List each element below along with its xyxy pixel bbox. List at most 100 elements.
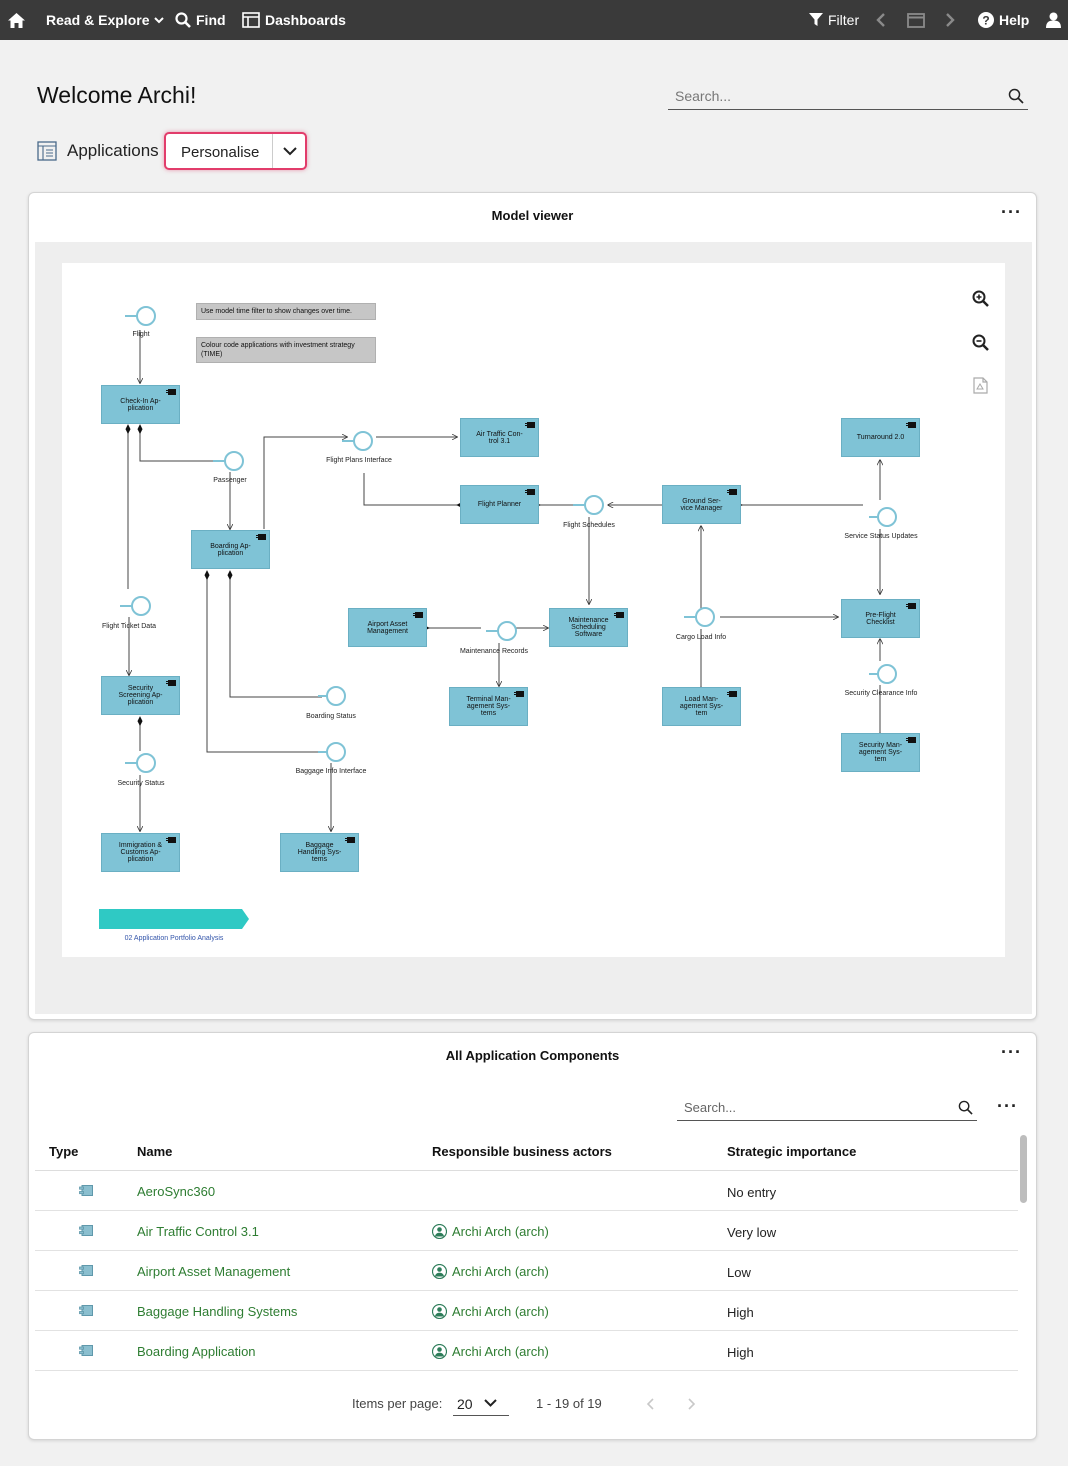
zoom-in-icon[interactable] bbox=[972, 290, 989, 307]
component-maintenance-scheduling[interactable]: Maintenance Scheduling Software bbox=[549, 608, 628, 647]
home-button[interactable] bbox=[8, 0, 25, 40]
actor-name: Archi Arch (arch) bbox=[452, 1304, 549, 1319]
chevron-down-icon bbox=[154, 16, 165, 23]
component-name-link[interactable]: AeroSync360 bbox=[137, 1184, 215, 1199]
personalise-label: Personalise bbox=[181, 144, 260, 161]
application-component-icon bbox=[79, 1225, 93, 1236]
table-header: Type Name Responsible business actors St… bbox=[35, 1131, 1018, 1171]
component-airport-asset-management[interactable]: Airport Asset Management bbox=[348, 608, 427, 647]
table-row[interactable]: Airport Asset Management Archi Arch (arch… bbox=[35, 1251, 1018, 1291]
strategic-importance: High bbox=[727, 1345, 754, 1360]
component-name-link[interactable]: Air Traffic Control 3.1 bbox=[137, 1224, 259, 1239]
responsible-actor[interactable]: Archi Arch (arch) bbox=[432, 1264, 549, 1279]
table-row[interactable]: Baggage Handling Systems Archi Arch (arch… bbox=[35, 1291, 1018, 1331]
component-baggage-handling[interactable]: Baggage Handling Sys- tems bbox=[280, 833, 359, 872]
component-flight-planner[interactable]: Flight Planner bbox=[460, 485, 539, 524]
component-name-link[interactable]: Boarding Application bbox=[137, 1344, 256, 1359]
more-options-icon[interactable]: ··· bbox=[1001, 203, 1022, 221]
search-icon[interactable] bbox=[958, 1100, 973, 1115]
column-header-name[interactable]: Name bbox=[137, 1144, 172, 1159]
component-turnaround[interactable]: Turnaround 2.0 bbox=[841, 418, 920, 457]
responsible-actor[interactable]: Archi Arch (arch) bbox=[432, 1304, 549, 1319]
applications-icon bbox=[37, 141, 57, 161]
table-row[interactable]: Air Traffic Control 3.1 Archi Arch (arch)… bbox=[35, 1211, 1018, 1251]
archimate-diagram[interactable]: Use model time filter to show changes ov… bbox=[62, 263, 1005, 957]
interface-label: Flight bbox=[132, 331, 150, 338]
component-ground-service-manager[interactable]: Ground Ser- vice Manager bbox=[662, 485, 741, 524]
user-menu-button[interactable] bbox=[1046, 0, 1061, 40]
responsible-actor[interactable]: Archi Arch (arch) bbox=[432, 1224, 549, 1239]
strategic-importance: High bbox=[727, 1305, 754, 1320]
more-options-icon[interactable]: ··· bbox=[1001, 1043, 1022, 1061]
chevron-right-icon bbox=[946, 13, 955, 27]
table-row[interactable]: Boarding Application Archi Arch (arch) Hig… bbox=[35, 1331, 1018, 1371]
table-row[interactable]: AeroSync360 No entry bbox=[35, 1171, 1018, 1211]
component-load-management[interactable]: Load Man- agement Sys- tem bbox=[662, 687, 741, 726]
global-search bbox=[668, 84, 1028, 110]
column-header-actors[interactable]: Responsible business actors bbox=[432, 1144, 612, 1159]
user-icon bbox=[1046, 12, 1061, 28]
user-circle-icon bbox=[432, 1264, 447, 1279]
items-per-page-value: 20 bbox=[457, 1396, 473, 1412]
component-pre-flight-checklist[interactable]: Pre-Flight Checklist bbox=[841, 599, 920, 638]
component-security-management[interactable]: Security Man- agement Sys- tem bbox=[841, 733, 920, 772]
application-component-icon bbox=[79, 1345, 93, 1356]
search-icon[interactable] bbox=[1008, 88, 1024, 104]
interface-label: Flight Plans Interface bbox=[326, 457, 392, 464]
column-header-type[interactable]: Type bbox=[49, 1144, 78, 1159]
help-label: Help bbox=[999, 12, 1030, 28]
interface-label: Passenger bbox=[213, 477, 247, 484]
strategic-importance: No entry bbox=[727, 1185, 777, 1200]
interface-label: Security Clearance Info bbox=[844, 690, 918, 697]
user-circle-icon bbox=[432, 1344, 447, 1359]
search-icon bbox=[175, 12, 191, 28]
viewer-canvas: Use model time filter to show changes ov… bbox=[35, 242, 1032, 1014]
interface-label: Service Status Updates bbox=[844, 533, 918, 540]
note: Use model time filter to show changes ov… bbox=[196, 303, 376, 320]
help-button[interactable]: ? Help bbox=[978, 0, 1029, 40]
component-name-link[interactable]: Baggage Handling Systems bbox=[137, 1304, 297, 1319]
column-header-importance[interactable]: Strategic importance bbox=[727, 1144, 856, 1159]
component-security-screening[interactable]: Security Screening Ap- plication bbox=[101, 676, 180, 715]
interface-label: Flight Schedules bbox=[563, 522, 615, 529]
next-page-icon[interactable] bbox=[688, 1398, 696, 1410]
read-explore-menu[interactable]: Read & Explore bbox=[46, 0, 165, 40]
search-input[interactable] bbox=[673, 87, 993, 105]
filter-button[interactable]: Filter bbox=[809, 0, 859, 40]
dashboards-button[interactable]: Dashboards bbox=[242, 0, 346, 40]
top-navigation-bar: Read & Explore Find Dashboards Filter ? … bbox=[0, 0, 1068, 40]
previous-page-icon[interactable] bbox=[646, 1398, 654, 1410]
items-per-page-select[interactable]: 20 bbox=[453, 1388, 509, 1416]
page-title: Welcome Archi! bbox=[37, 82, 197, 108]
dropdown-divider bbox=[272, 134, 273, 168]
component-immigration-customs[interactable]: Immigration & Customs Ap- plication bbox=[101, 833, 180, 872]
panel-title: Model viewer bbox=[491, 208, 574, 223]
table-search-input[interactable] bbox=[682, 1099, 942, 1116]
interface-label: Maintenance Records bbox=[459, 648, 529, 655]
find-button[interactable]: Find bbox=[175, 0, 226, 40]
items-per-page-label: Items per page: bbox=[352, 1396, 443, 1411]
window-button[interactable] bbox=[907, 0, 925, 40]
personalise-dropdown[interactable]: Personalise bbox=[164, 132, 307, 170]
model-viewer-panel: Model viewer ··· Use model time filter t… bbox=[28, 192, 1037, 1020]
application-component-icon bbox=[79, 1185, 93, 1196]
interface-label: Cargo Load Info bbox=[675, 634, 727, 641]
find-label: Find bbox=[196, 12, 226, 28]
back-button[interactable] bbox=[876, 0, 886, 40]
table-options-icon[interactable]: ··· bbox=[997, 1097, 1018, 1115]
view-reference-label[interactable]: 02 Application Portfolio Analysis bbox=[125, 935, 224, 942]
zoom-out-icon[interactable] bbox=[972, 334, 989, 351]
actor-name: Archi Arch (arch) bbox=[452, 1344, 549, 1359]
component-name-link[interactable]: Airport Asset Management bbox=[137, 1264, 290, 1279]
component-air-traffic-control[interactable]: Air Traffic Con- trol 3.1 bbox=[460, 418, 539, 457]
component-terminal-management[interactable]: Terminal Man- agement Sys- tems bbox=[449, 687, 528, 726]
export-pdf-icon[interactable] bbox=[973, 377, 988, 394]
component-check-in[interactable]: Check-In Ap- plication bbox=[101, 385, 180, 424]
forward-button[interactable] bbox=[945, 0, 955, 40]
chevron-down-icon[interactable] bbox=[282, 143, 298, 159]
responsible-actor[interactable]: Archi Arch (arch) bbox=[432, 1344, 549, 1359]
user-circle-icon bbox=[432, 1304, 447, 1319]
table-scrollbar[interactable] bbox=[1020, 1135, 1027, 1203]
component-boarding-application[interactable]: Boarding Ap- plication bbox=[191, 530, 270, 569]
read-explore-label: Read & Explore bbox=[46, 12, 150, 28]
